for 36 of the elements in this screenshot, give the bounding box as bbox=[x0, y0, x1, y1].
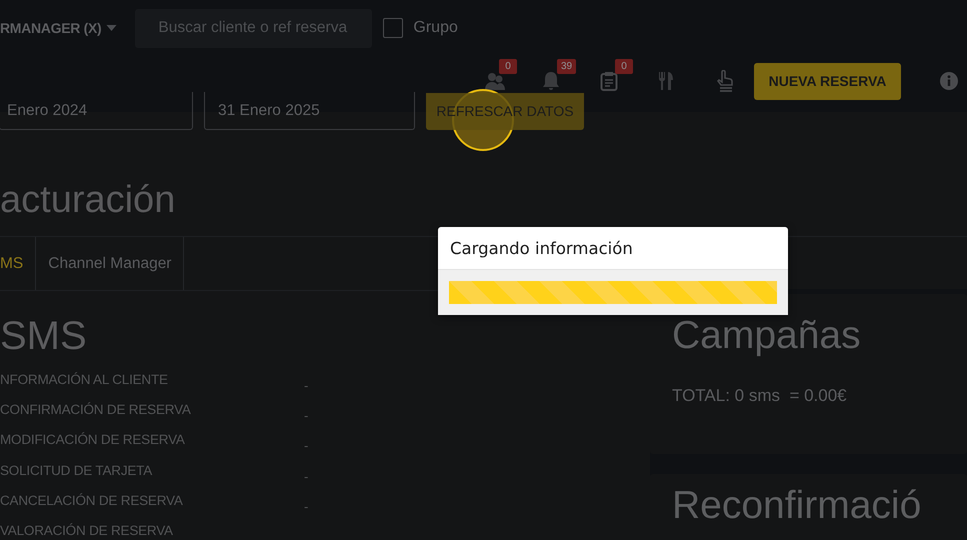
count-badge: 0 bbox=[615, 59, 633, 74]
date-field[interactable]: Enero 2024 bbox=[0, 92, 193, 130]
sms-type-label: CANCELACIÓN DE RESERVA bbox=[0, 492, 184, 508]
caret-icon bbox=[106, 25, 118, 31]
count-badge: 0 bbox=[499, 59, 517, 74]
card-title: Reconfirmació bbox=[672, 484, 922, 528]
cutlery-icon[interactable] bbox=[658, 71, 674, 91]
hand-pointer-icon[interactable] bbox=[716, 70, 734, 92]
new-reservation-button[interactable]: NUEVA RESERVA bbox=[754, 62, 901, 100]
sms-value: - bbox=[304, 498, 308, 514]
info-icon[interactable] bbox=[940, 72, 958, 90]
sms-value: - bbox=[304, 378, 308, 393]
refresh-button[interactable]: REFRESCAR DATOS bbox=[426, 92, 584, 130]
sms-value: - bbox=[304, 438, 308, 454]
users-icon[interactable] bbox=[484, 71, 506, 91]
group-label: Grupo bbox=[413, 19, 458, 37]
tab[interactable]: MS bbox=[0, 237, 36, 290]
sms-type-label: MODIFICACIÓN DE RESERVA bbox=[0, 432, 186, 448]
dialog-title: Cargando información bbox=[449, 238, 634, 260]
bell-icon[interactable] bbox=[542, 71, 560, 91]
section-title: SMS bbox=[0, 314, 88, 360]
group-checkbox[interactable] bbox=[383, 18, 404, 38]
sms-type-label: NFORMACIÓN AL CLIENTE bbox=[0, 372, 169, 387]
sms-value: - bbox=[304, 408, 308, 423]
card-title: Campañas bbox=[672, 314, 862, 358]
sms-type-label: CONFIRMACIÓN DE RESERVA bbox=[0, 402, 192, 417]
sms-type-label: SOLICITUD DE TARJETA bbox=[0, 462, 154, 478]
clipboard-icon[interactable] bbox=[600, 71, 618, 91]
tab[interactable]: Channel Manager bbox=[36, 237, 184, 290]
date-field[interactable]: 31 Enero 2025 bbox=[204, 92, 415, 130]
page-title: acturación bbox=[0, 178, 176, 223]
sms-value: - bbox=[304, 468, 308, 484]
count-badge: 39 bbox=[557, 59, 576, 74]
total-text: TOTAL: 0 sms = 0.00€ bbox=[672, 386, 848, 406]
sms-type-label: VALORACIÓN DE RESERVA bbox=[0, 523, 174, 538]
account-menu[interactable]: RMANAGER (X) bbox=[0, 20, 118, 36]
